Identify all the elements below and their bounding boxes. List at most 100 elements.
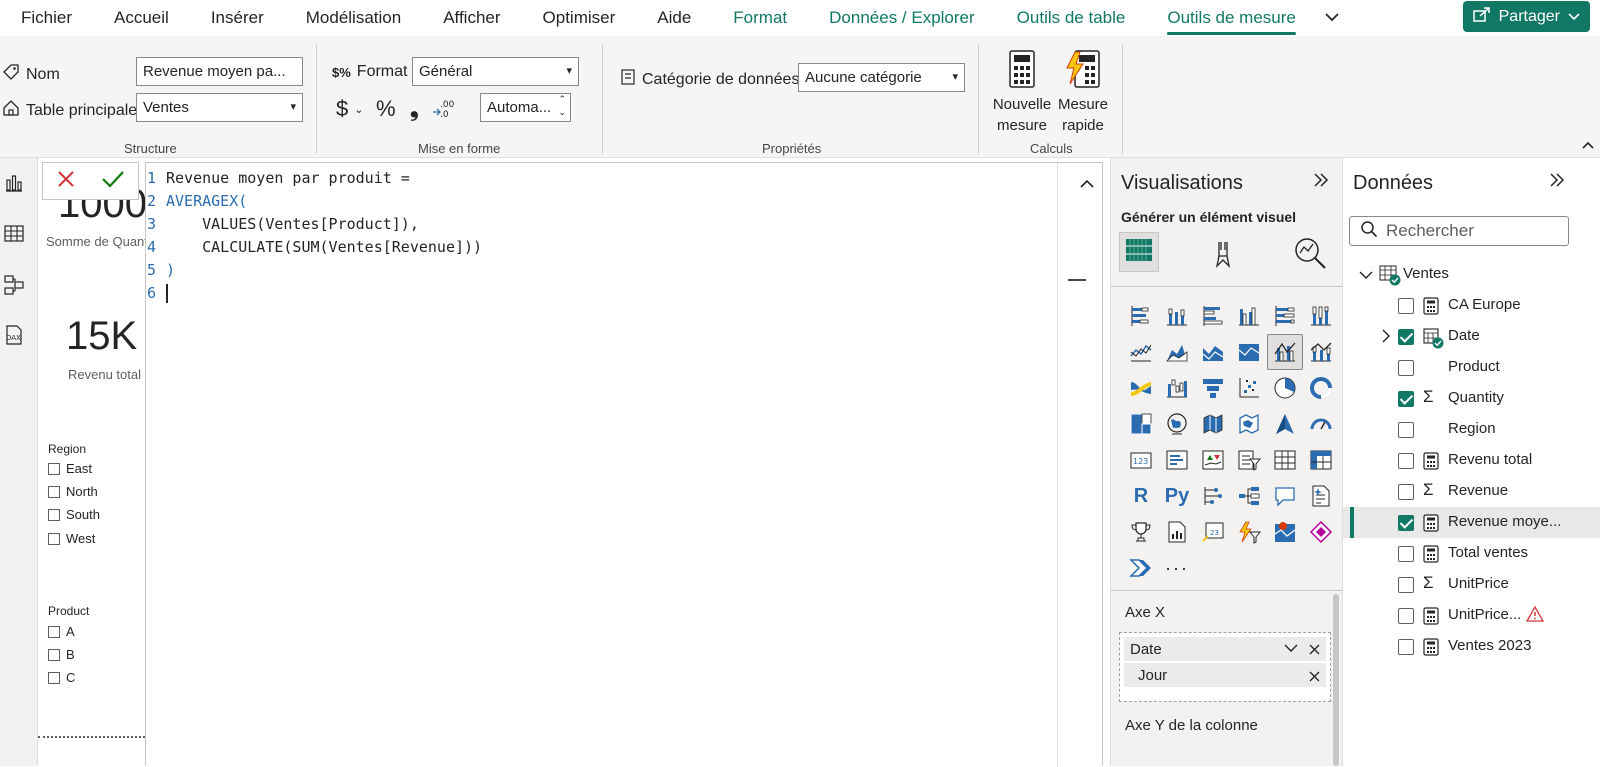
commit-icon[interactable]: [101, 169, 125, 194]
checkbox[interactable]: [48, 625, 60, 638]
remove-field-icon[interactable]: [1309, 669, 1320, 686]
field-checkbox[interactable]: [1398, 577, 1414, 593]
power-automate-icon[interactable]: [1231, 514, 1267, 550]
field-item[interactable]: Total ventes: [1343, 538, 1600, 569]
tab-inserer[interactable]: Insérer: [190, 0, 285, 36]
field-checkbox[interactable]: [1398, 515, 1414, 531]
slicer-option[interactable]: C: [48, 670, 75, 685]
line-chart-icon[interactable]: [1123, 334, 1159, 370]
table-node-ventes[interactable]: Ventes: [1343, 259, 1600, 290]
field-item[interactable]: Revenue moye...: [1343, 507, 1600, 538]
power-automate-flow-icon[interactable]: [1123, 550, 1159, 586]
field-item[interactable]: Σ UnitPrice: [1343, 569, 1600, 600]
map-icon[interactable]: [1159, 406, 1195, 442]
home-table-select[interactable]: Ventes ▾: [136, 93, 303, 122]
shape-map-icon[interactable]: [1231, 406, 1267, 442]
model-view-icon[interactable]: [3, 274, 27, 298]
share-button[interactable]: Partager: [1462, 1, 1590, 32]
chevron-down-icon[interactable]: [1359, 267, 1373, 284]
field-item[interactable]: Σ Quantity: [1343, 383, 1600, 414]
chevron-down-icon[interactable]: [1284, 641, 1298, 658]
well-field-jour[interactable]: Jour: [1124, 663, 1326, 687]
field-item[interactable]: Ventes 2023: [1343, 631, 1600, 662]
remove-field-icon[interactable]: [1309, 642, 1320, 659]
collapse-ribbon-icon[interactable]: [1582, 136, 1594, 154]
well-field-date[interactable]: Date: [1124, 637, 1326, 661]
viz-pane-scrollbar[interactable]: [1333, 594, 1339, 766]
field-item[interactable]: Region: [1343, 414, 1600, 445]
slicer-option[interactable]: West: [48, 531, 95, 546]
python-visual-icon[interactable]: Py: [1159, 478, 1195, 514]
data-category-select[interactable]: Aucune catégorie ▾: [798, 63, 965, 92]
table-icon[interactable]: [1267, 442, 1303, 478]
tab-modelisation[interactable]: Modélisation: [285, 0, 422, 36]
dax-query-view-icon[interactable]: DAX: [3, 324, 27, 348]
field-checkbox[interactable]: [1398, 298, 1414, 314]
spin-icon[interactable]: ⌃ ⌄: [558, 94, 566, 119]
field-checkbox[interactable]: [1398, 546, 1414, 562]
new-measure-button[interactable]: Nouvelle mesure: [990, 50, 1054, 136]
multi-row-card-icon[interactable]: [1159, 442, 1195, 478]
tab-outils-de-table[interactable]: Outils de table: [996, 0, 1147, 36]
field-checkbox[interactable]: [1398, 453, 1414, 469]
power-apps-icon[interactable]: [1303, 514, 1339, 550]
tab-aide[interactable]: Aide: [636, 0, 712, 36]
currency-button[interactable]: $ ⌄: [336, 96, 363, 122]
clustered-bar-chart-icon[interactable]: [1195, 298, 1231, 334]
decimal-shift-icon[interactable]: .00.0: [432, 98, 454, 118]
azure-map-icon[interactable]: [1267, 406, 1303, 442]
cancel-icon[interactable]: [56, 169, 76, 194]
tab-optimiser[interactable]: Optimiser: [522, 0, 637, 36]
stacked-area-chart-icon[interactable]: [1195, 334, 1231, 370]
field-checkbox[interactable]: [1398, 360, 1414, 376]
report-view-icon[interactable]: [3, 172, 27, 196]
tab-donnees-explorer[interactable]: Données / Explorer: [808, 0, 996, 36]
percent-button[interactable]: %: [376, 96, 396, 122]
smart-narrative-icon[interactable]: [1303, 478, 1339, 514]
arcgis-map-icon[interactable]: [1267, 514, 1303, 550]
gauge-icon[interactable]: [1303, 406, 1339, 442]
r-visual-icon[interactable]: R: [1123, 478, 1159, 514]
tab-fichier[interactable]: Fichier: [0, 0, 93, 36]
field-checkbox[interactable]: [1398, 422, 1414, 438]
field-checkbox[interactable]: [1398, 329, 1414, 345]
tab-accueil[interactable]: Accueil: [93, 0, 190, 36]
checkbox[interactable]: [48, 508, 60, 521]
slicer-icon[interactable]: [1231, 442, 1267, 478]
measure-name-input[interactable]: Revenue moyen pa...: [136, 57, 303, 86]
slicer-option[interactable]: North: [48, 484, 98, 499]
field-item[interactable]: CA Europe: [1343, 290, 1600, 321]
checkbox[interactable]: [48, 671, 60, 684]
field-item[interactable]: Product: [1343, 352, 1600, 383]
table-view-icon[interactable]: [3, 222, 27, 246]
slicer-option[interactable]: B: [48, 647, 75, 662]
tab-format[interactable]: Format: [712, 0, 808, 36]
comma-style-button[interactable]: ❟: [410, 96, 419, 122]
calendar-visual-icon[interactable]: 23: [1195, 514, 1231, 550]
quick-measure-button[interactable]: Mesure rapide: [1054, 50, 1112, 136]
field-checkbox[interactable]: [1398, 484, 1414, 500]
card-icon[interactable]: 123: [1123, 442, 1159, 478]
tab-afficher[interactable]: Afficher: [422, 0, 521, 36]
line-clustered-column-chart-icon[interactable]: [1267, 334, 1303, 370]
field-item[interactable]: Date: [1343, 321, 1600, 352]
goals-trophy-icon[interactable]: [1123, 514, 1159, 550]
stacked-bar-chart-icon[interactable]: [1123, 298, 1159, 334]
checkbox[interactable]: [48, 462, 60, 475]
collapse-pane-icon[interactable]: [1549, 172, 1565, 193]
slicer-option[interactable]: A: [48, 624, 75, 639]
waterfall-chart-icon[interactable]: [1159, 370, 1195, 406]
paginated-report-icon[interactable]: [1159, 514, 1195, 550]
funnel-chart-icon[interactable]: [1195, 370, 1231, 406]
100-stacked-bar-chart-icon[interactable]: [1267, 298, 1303, 334]
collapse-editor-icon[interactable]: [1080, 175, 1094, 193]
ribbon-chart-icon[interactable]: [1123, 370, 1159, 406]
field-item[interactable]: Σ Revenue: [1343, 476, 1600, 507]
kpi-icon[interactable]: [1195, 442, 1231, 478]
x-axis-well[interactable]: Date Jour: [1119, 632, 1331, 702]
formula-editor[interactable]: 1 Revenue moyen par produit = 2 AVERAGEX( …: [145, 162, 1103, 767]
pie-chart-icon[interactable]: [1267, 370, 1303, 406]
field-checkbox[interactable]: [1398, 608, 1414, 624]
100-stacked-area-chart-icon[interactable]: [1231, 334, 1267, 370]
editor-scrollbar-thumb[interactable]: [1068, 279, 1086, 281]
